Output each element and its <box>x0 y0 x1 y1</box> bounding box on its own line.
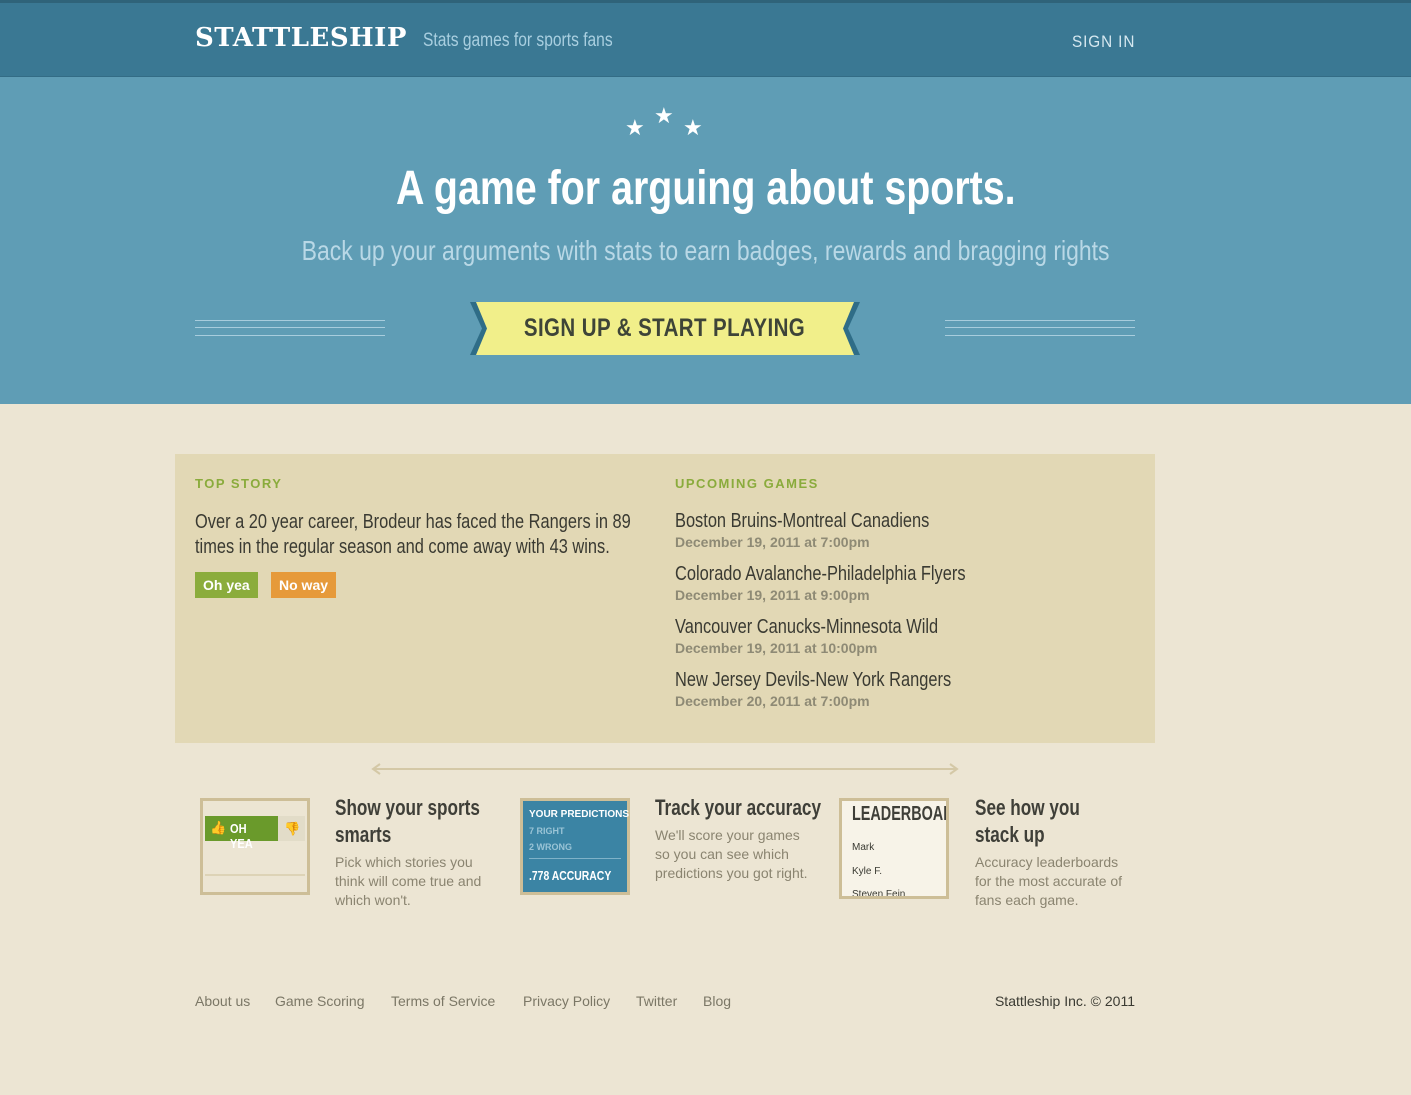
game-item[interactable]: Vancouver Canucks-Minnesota Wild Decembe… <box>675 616 1135 656</box>
thumbs-up-icon: 👍 <box>210 820 227 835</box>
decorative-lines-right <box>945 320 1135 336</box>
feature-title: Track your accuracy <box>655 795 821 820</box>
hero: ★ ★ ★ A game for arguing about sports. B… <box>0 77 1411 404</box>
decorative-lines-left <box>195 320 385 336</box>
game-item[interactable]: New Jersey Devils-New York Rangers Decem… <box>675 669 1135 709</box>
game-title[interactable]: Boston Bruins-Montreal Canadiens <box>675 510 929 533</box>
game-date: December 20, 2011 at 7:00pm <box>675 693 870 709</box>
predictions-wrong: 2 WRONG <box>529 842 573 852</box>
top-nav: STATTLESHIP Stats games for sports fans … <box>0 0 1411 77</box>
divider <box>529 858 621 859</box>
stories-panel: TOP STORY Over a 20 year career, Brodeur… <box>175 454 1155 743</box>
upcoming-games-heading: UPCOMING GAMES <box>675 476 819 491</box>
footer-link-game-scoring[interactable]: Game Scoring <box>275 993 364 1009</box>
predictions-header: YOUR PREDICTIONS <box>529 809 630 820</box>
feature-desc: We'll score your games so you can see wh… <box>655 827 808 881</box>
star-icon: ★ <box>625 115 645 140</box>
predictions-right: 7 RIGHT <box>529 826 565 836</box>
feature-title: See how you stack up <box>975 795 1080 847</box>
thumbs-down-tile: 👎 <box>278 816 305 841</box>
game-title[interactable]: New Jersey Devils-New York Rangers <box>675 669 951 692</box>
top-story-heading: TOP STORY <box>195 476 283 491</box>
oh-yea-badge: 👍 OH YEA <box>205 816 278 851</box>
oh-yea-button[interactable]: Oh yea <box>195 572 258 598</box>
leaderboard-name: Kyle F. <box>852 866 883 877</box>
game-date: December 19, 2011 at 9:00pm <box>675 587 870 603</box>
footer-link-terms[interactable]: Terms of Service <box>391 993 495 1009</box>
logo[interactable]: STATTLESHIP <box>195 23 407 53</box>
game-item[interactable]: Boston Bruins-Montreal Canadiens Decembe… <box>675 510 1135 550</box>
divider <box>205 874 305 876</box>
stars-decoration: ★ ★ ★ <box>0 103 1411 140</box>
no-way-button[interactable]: No way <box>271 572 337 598</box>
game-item[interactable]: Colorado Avalanche-Philadelphia Flyers D… <box>675 563 1135 603</box>
feature-desc: Accuracy leaderboards for the most accur… <box>975 854 1123 908</box>
footer-link-twitter[interactable]: Twitter <box>636 993 677 1009</box>
game-date: December 19, 2011 at 7:00pm <box>675 534 870 550</box>
leaderboard-name: Mark <box>852 842 875 853</box>
feature-title: Show your sports smarts <box>335 795 480 847</box>
leaderboard-name: Steven Fein <box>852 889 906 899</box>
star-icon: ★ <box>683 115 703 140</box>
star-icon: ★ <box>654 103 674 128</box>
footer-link-blog[interactable]: Blog <box>703 993 731 1009</box>
copyright: Stattleship Inc. © 2011 <box>994 993 1135 1009</box>
feature-thumb-oh-yea: 👍 OH YEA 👎 <box>200 798 310 895</box>
feature-thumb-predictions: YOUR PREDICTIONS 7 RIGHT 2 WRONG .778 AC… <box>520 798 630 895</box>
footer-link-privacy[interactable]: Privacy Policy <box>523 993 610 1009</box>
double-arrow-icon <box>371 763 959 775</box>
tagline: Stats games for sports fans <box>423 30 613 51</box>
game-title[interactable]: Colorado Avalanche-Philadelphia Flyers <box>675 563 966 586</box>
hero-title: A game for arguing about sports. <box>395 162 1016 215</box>
predictions-accuracy: .778 ACCURACY <box>529 868 612 883</box>
oh-yea-thumb-label: OH YEA <box>230 821 253 851</box>
feature-thumb-leaderboard: LEADERBOAR Mark Kyle F. Steven Fein <box>839 798 949 899</box>
cta-label: SIGN UP & START PLAYING <box>524 314 806 342</box>
signup-cta-button[interactable]: SIGN UP & START PLAYING <box>470 302 860 355</box>
sign-in-link[interactable]: SIGN IN <box>1072 32 1135 52</box>
hero-subtitle: Back up your arguments with stats to ear… <box>301 235 1110 266</box>
footer-link-about[interactable]: About us <box>195 993 250 1009</box>
feature-desc: Pick which stories you think will come t… <box>335 854 482 908</box>
leaderboard-header: LEADERBOAR <box>852 803 949 825</box>
thumbs-down-icon: 👎 <box>284 821 301 836</box>
top-story-text: Over a 20 year career, Brodeur has faced… <box>195 511 631 558</box>
game-date: December 19, 2011 at 10:00pm <box>675 640 878 656</box>
game-title[interactable]: Vancouver Canucks-Minnesota Wild <box>675 616 938 639</box>
